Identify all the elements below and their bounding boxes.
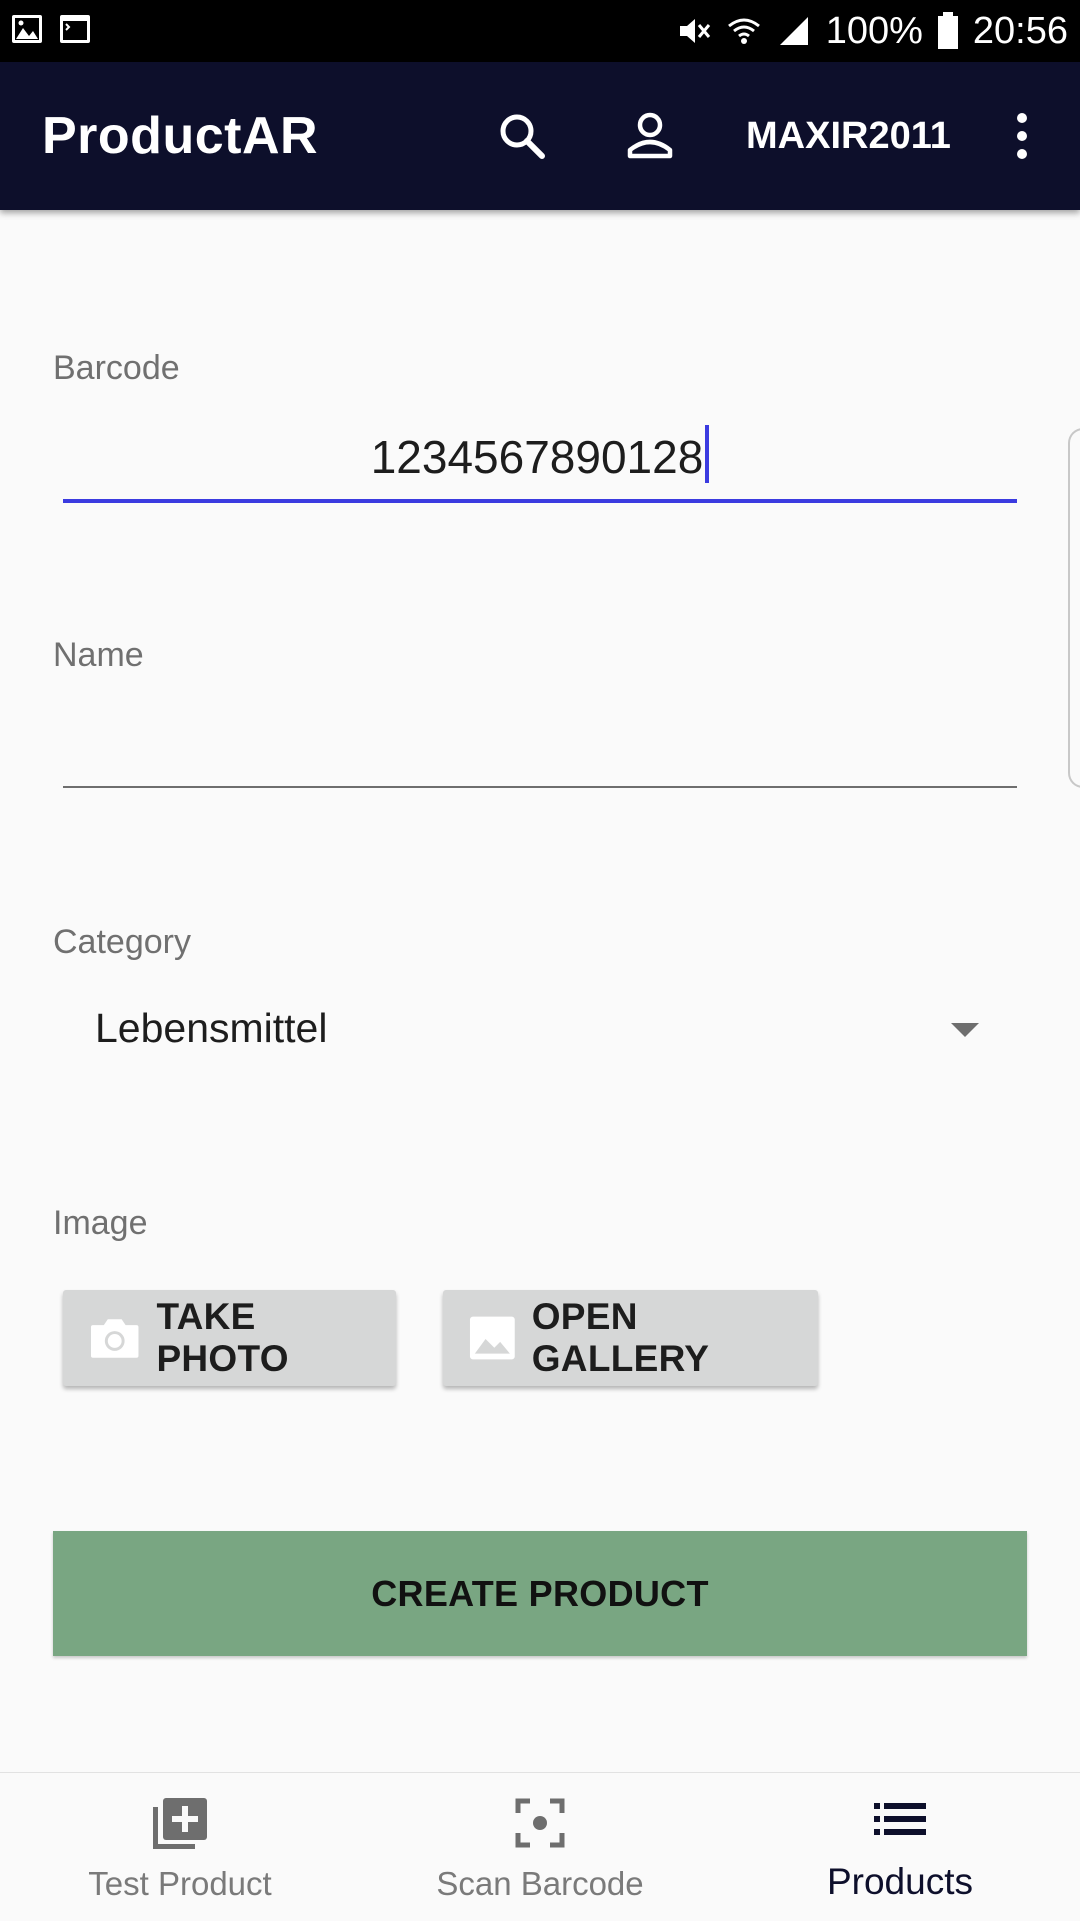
add-to-library-icon <box>153 1798 207 1849</box>
account-button[interactable] <box>616 102 684 170</box>
barcode-label: Barcode <box>53 349 180 387</box>
search-icon <box>500 114 545 159</box>
image-label: Image <box>53 1204 148 1242</box>
list-icon <box>874 1803 926 1835</box>
username-menu[interactable]: MAXIR2011 <box>746 62 951 210</box>
app-bar: ProductAR MAXIR2011 <box>0 62 1080 210</box>
open-gallery-label: OPEN GALLERY <box>531 1296 710 1379</box>
barcode-underline <box>63 499 1017 503</box>
barcode-input[interactable]: 1234567890128 <box>63 425 1017 485</box>
edge-panel-handle[interactable] <box>1068 428 1080 788</box>
category-selected-value: Lebensmittel <box>95 1005 328 1051</box>
terminal-notification-icon <box>60 15 90 43</box>
bottom-navigation: Test Product Scan Barcode Products <box>0 1772 1080 1921</box>
camera-icon <box>90 1319 139 1358</box>
nav-item-test-product[interactable]: Test Product <box>0 1773 360 1921</box>
battery-percent: 100% <box>825 9 923 52</box>
category-label: Category <box>53 923 191 961</box>
overflow-menu-button[interactable] <box>988 102 1056 170</box>
status-bar: 100% 20:56 <box>0 0 1080 62</box>
wifi-icon <box>727 18 760 44</box>
clock: 20:56 <box>972 9 1068 52</box>
search-button[interactable] <box>488 102 556 170</box>
name-input[interactable] <box>63 700 1017 780</box>
nav-item-scan-barcode[interactable]: Scan Barcode <box>360 1773 720 1921</box>
name-label: Name <box>53 636 144 674</box>
take-photo-label: TAKE PHOTO <box>156 1296 289 1379</box>
nav-label-test-product: Test Product <box>88 1865 272 1902</box>
app-title: ProductAR <box>42 107 319 165</box>
text-cursor <box>705 425 710 483</box>
name-underline <box>63 786 1017 788</box>
battery-icon <box>937 12 958 49</box>
create-product-button[interactable]: CREATE PRODUCT <box>53 1531 1027 1656</box>
mute-icon <box>679 19 710 43</box>
more-vert-icon <box>1017 113 1027 159</box>
dropdown-arrow-icon <box>951 1023 979 1037</box>
center-focus-icon <box>515 1798 565 1848</box>
image-notification-icon <box>12 15 42 43</box>
image-icon <box>469 1316 515 1360</box>
nav-item-products[interactable]: Products <box>720 1773 1080 1921</box>
open-gallery-button[interactable]: OPEN GALLERY <box>443 1290 818 1386</box>
nav-label-products: Products <box>826 1861 973 1902</box>
person-icon <box>627 112 673 159</box>
nav-label-scan-barcode: Scan Barcode <box>436 1865 644 1902</box>
signal-icon <box>779 17 808 45</box>
take-photo-button[interactable]: TAKE PHOTO <box>63 1290 396 1386</box>
barcode-value: 1234567890128 <box>370 431 704 483</box>
